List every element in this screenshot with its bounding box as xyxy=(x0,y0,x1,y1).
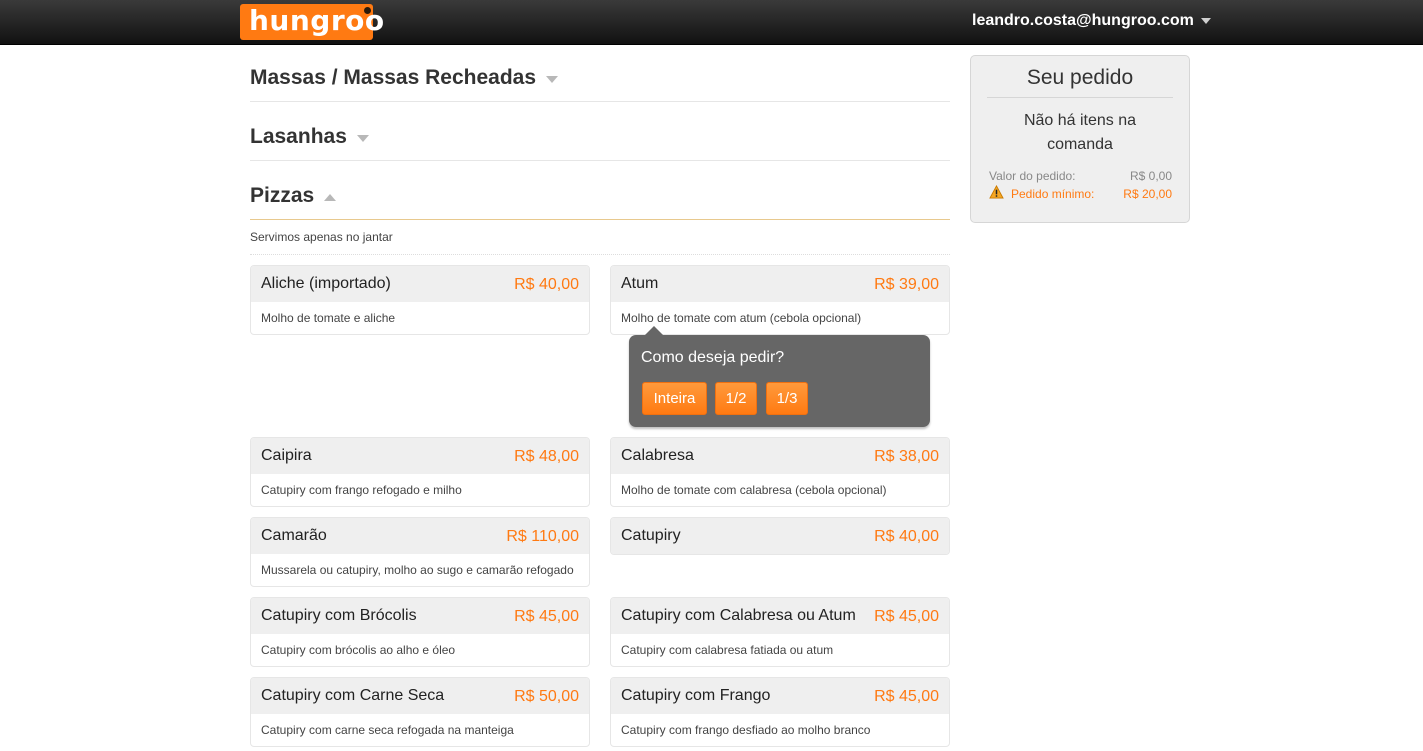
top-bar: hungroo leandro.costa@hungroo.com xyxy=(0,0,1423,45)
item-header: Atum R$ 39,00 xyxy=(611,266,949,302)
menu-item-catupiry[interactable]: Catupiry R$ 40,00 xyxy=(610,517,950,555)
half-button[interactable]: 1/2 xyxy=(715,382,757,415)
item-header: Caipira R$ 48,00 xyxy=(251,438,589,474)
menu-item-catupiry-calabresa-atum[interactable]: Catupiry com Calabresa ou Atum R$ 45,00 … xyxy=(610,597,950,667)
menu-item-aliche[interactable]: Aliche (importado) R$ 40,00 Molho de tom… xyxy=(250,265,590,335)
item-name: Catupiry com Frango xyxy=(621,687,771,704)
category-title: Lasanhas xyxy=(250,125,347,148)
item-header: Catupiry com Frango R$ 45,00 xyxy=(611,678,949,714)
popover-title: Como deseja pedir? xyxy=(641,349,785,366)
collapse-arrow-icon xyxy=(324,194,337,202)
hungroo-logo[interactable]: hungroo xyxy=(240,4,384,40)
item-name: Catupiry com Carne Seca xyxy=(261,687,445,704)
empty-order-text: Não há itens na comanda xyxy=(1023,112,1137,153)
category-pizzas[interactable]: Pizzas xyxy=(250,184,950,220)
item-description: Catupiry com frango desfiado ao molho br… xyxy=(621,723,871,737)
item-header: Catupiry R$ 40,00 xyxy=(611,518,949,554)
item-price: R$ 48,00 xyxy=(514,448,579,465)
order-value: R$ 0,00 xyxy=(1129,169,1172,183)
item-header: Camarão R$ 110,00 xyxy=(251,518,589,554)
item-price: R$ 45,00 xyxy=(874,608,939,625)
item-name: Catupiry com Brócolis xyxy=(261,607,417,624)
item-price: R$ 40,00 xyxy=(874,528,939,545)
item-name: Catupiry xyxy=(621,527,681,544)
order-value-label: Valor do pedido: xyxy=(989,169,1076,183)
item-description: Catupiry com frango refogado e milho xyxy=(261,483,462,497)
category-lasanhas[interactable]: Lasanhas xyxy=(250,125,950,161)
item-header: Catupiry com Brócolis R$ 45,00 xyxy=(251,598,589,634)
order-title: Seu pedido xyxy=(1026,66,1134,89)
item-name: Catupiry com Calabresa ou Atum xyxy=(621,607,856,624)
minimum-order-label: Pedido mínimo: xyxy=(1011,187,1095,201)
item-price: R$ 45,00 xyxy=(514,608,579,625)
item-name: Caipira xyxy=(261,447,312,464)
popover-arrow xyxy=(645,326,663,335)
menu-item-catupiry-brocolis[interactable]: Catupiry com Brócolis R$ 45,00 Catupiry … xyxy=(250,597,590,667)
menu-item-caipira[interactable]: Caipira R$ 48,00 Catupiry com frango ref… xyxy=(250,437,590,507)
menu-item-catupiry-frango[interactable]: Catupiry com Frango R$ 45,00 Catupiry co… xyxy=(610,677,950,747)
item-description: Catupiry com calabresa fatiada ou atum xyxy=(621,643,834,657)
item-header: Catupiry com Calabresa ou Atum R$ 45,00 xyxy=(611,598,949,634)
item-description: Molho de tomate com calabresa (cebola op… xyxy=(621,483,887,497)
user-email: leandro.costa@hungroo.com xyxy=(972,12,1194,29)
category-massas[interactable]: Massas / Massas Recheadas xyxy=(250,66,950,102)
item-header: Calabresa R$ 38,00 xyxy=(611,438,949,474)
item-description: Molho de tomate e aliche xyxy=(261,311,396,325)
item-name: Camarão xyxy=(261,527,327,544)
third-button[interactable]: 1/3 xyxy=(766,382,808,415)
minimum-order-value: R$ 20,00 xyxy=(1123,187,1172,201)
item-price: R$ 40,00 xyxy=(514,276,579,293)
item-description: Catupiry com brócolis ao alho e óleo xyxy=(261,643,456,657)
chevron-down-icon xyxy=(1200,17,1211,24)
item-header: Catupiry com Carne Seca R$ 50,00 xyxy=(251,678,589,714)
item-name: Atum xyxy=(621,275,659,292)
category-subtitle: Servimos apenas no jantar xyxy=(250,230,950,255)
warning-icon xyxy=(989,185,1004,199)
order-summary: Seu pedido Não há itens na comanda Valor… xyxy=(970,55,1190,223)
logo-dot-icon xyxy=(364,7,371,14)
item-description: Mussarela ou catupiry, molho ao sugo e c… xyxy=(261,563,574,577)
item-name: Calabresa xyxy=(621,447,694,464)
category-title: Pizzas xyxy=(250,184,315,207)
item-price: R$ 39,00 xyxy=(874,276,939,293)
expand-arrow-icon xyxy=(546,76,559,84)
menu-item-camarao[interactable]: Camarão R$ 110,00 Mussarela ou catupiry,… xyxy=(250,517,590,587)
inteira-button[interactable]: Inteira xyxy=(642,382,707,415)
divider xyxy=(987,97,1173,98)
item-price: R$ 38,00 xyxy=(874,448,939,465)
item-name: Aliche (importado) xyxy=(261,275,391,292)
expand-arrow-icon xyxy=(356,135,369,143)
menu-item-atum[interactable]: Atum R$ 39,00 Molho de tomate com atum (… xyxy=(610,265,950,335)
menu-item-calabresa[interactable]: Calabresa R$ 38,00 Molho de tomate com c… xyxy=(610,437,950,507)
item-price: R$ 110,00 xyxy=(506,528,579,545)
item-description: Catupiry com carne seca refogada na mant… xyxy=(261,723,514,737)
category-title: Massas / Massas Recheadas xyxy=(250,66,537,89)
menu-item-catupiry-carne-seca[interactable]: Catupiry com Carne Seca R$ 50,00 Catupir… xyxy=(250,677,590,747)
item-price: R$ 45,00 xyxy=(874,688,939,705)
item-header: Aliche (importado) R$ 40,00 xyxy=(251,266,589,302)
order-size-popover: Como deseja pedir? Inteira 1/2 1/3 xyxy=(629,326,930,427)
item-price: R$ 50,00 xyxy=(514,688,579,705)
user-menu[interactable]: leandro.costa@hungroo.com xyxy=(972,12,1211,34)
